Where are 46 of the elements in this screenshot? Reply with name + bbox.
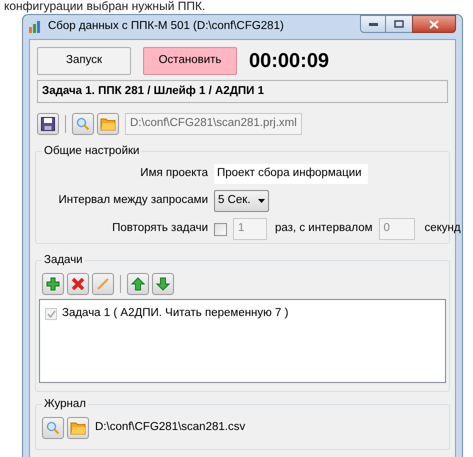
journal-file-path: D:\conf\CFG281\scan281.csv [95, 420, 246, 436]
move-down-button[interactable] [152, 273, 174, 295]
minimize-button[interactable] [360, 15, 386, 33]
search-button[interactable] [72, 113, 94, 135]
repeat-checkbox[interactable] [214, 222, 227, 236]
window-title: Сбор данных с ППК-М 501 (D:\conf\CFG281) [48, 19, 284, 34]
project-name-field[interactable]: Проект сбора информации [214, 164, 368, 184]
group-title: Задачи [42, 253, 85, 267]
background-text: конфигурации выбран нужный ППК. [4, 0, 206, 13]
open-folder-button[interactable] [97, 113, 119, 135]
plus-icon [46, 277, 60, 291]
stop-button[interactable]: Остановить [143, 47, 237, 75]
dropdown-arrow-icon [258, 199, 265, 203]
cross-icon [71, 277, 85, 291]
delete-button[interactable] [67, 273, 89, 295]
elapsed-timer: 00:00:09 [249, 49, 330, 74]
group-title: Общие настройки [42, 144, 142, 158]
interval-dropdown[interactable]: 5 Сек. [214, 190, 269, 212]
magnifier-icon [46, 421, 60, 435]
maximize-button[interactable] [386, 15, 412, 33]
close-icon [429, 20, 439, 28]
maximize-icon [394, 20, 404, 28]
field-label: секунд [424, 221, 461, 236]
folder-icon [100, 117, 116, 131]
status-field: Задача 1. ППК 281 / Шлейф 1 / А2ДПИ 1 [37, 80, 448, 103]
minimize-icon [368, 22, 378, 26]
up-arrow-icon [131, 277, 145, 291]
search-button[interactable] [42, 417, 64, 439]
open-folder-button[interactable] [67, 417, 89, 439]
group-title: Журнал [42, 397, 88, 411]
project-file-field[interactable]: D:\conf\CFG281\scan281.prj.xml [125, 113, 302, 135]
pencil-icon [96, 277, 110, 291]
magnifier-icon [76, 117, 90, 131]
bar-chart-icon [29, 21, 43, 33]
start-button[interactable]: Запуск [37, 47, 131, 75]
down-arrow-icon [156, 277, 170, 291]
edit-button[interactable] [92, 273, 114, 295]
field-label: Интервал между запросами [57, 193, 208, 208]
add-button[interactable] [42, 273, 64, 295]
field-label: раз, с интервалом [275, 221, 372, 236]
field-label: Повторять задачи [111, 221, 208, 236]
close-button[interactable] [412, 15, 456, 33]
move-up-button[interactable] [127, 273, 149, 295]
save-button[interactable] [37, 113, 59, 135]
field-label: Имя проекта [139, 166, 208, 182]
folder-icon [70, 421, 86, 435]
